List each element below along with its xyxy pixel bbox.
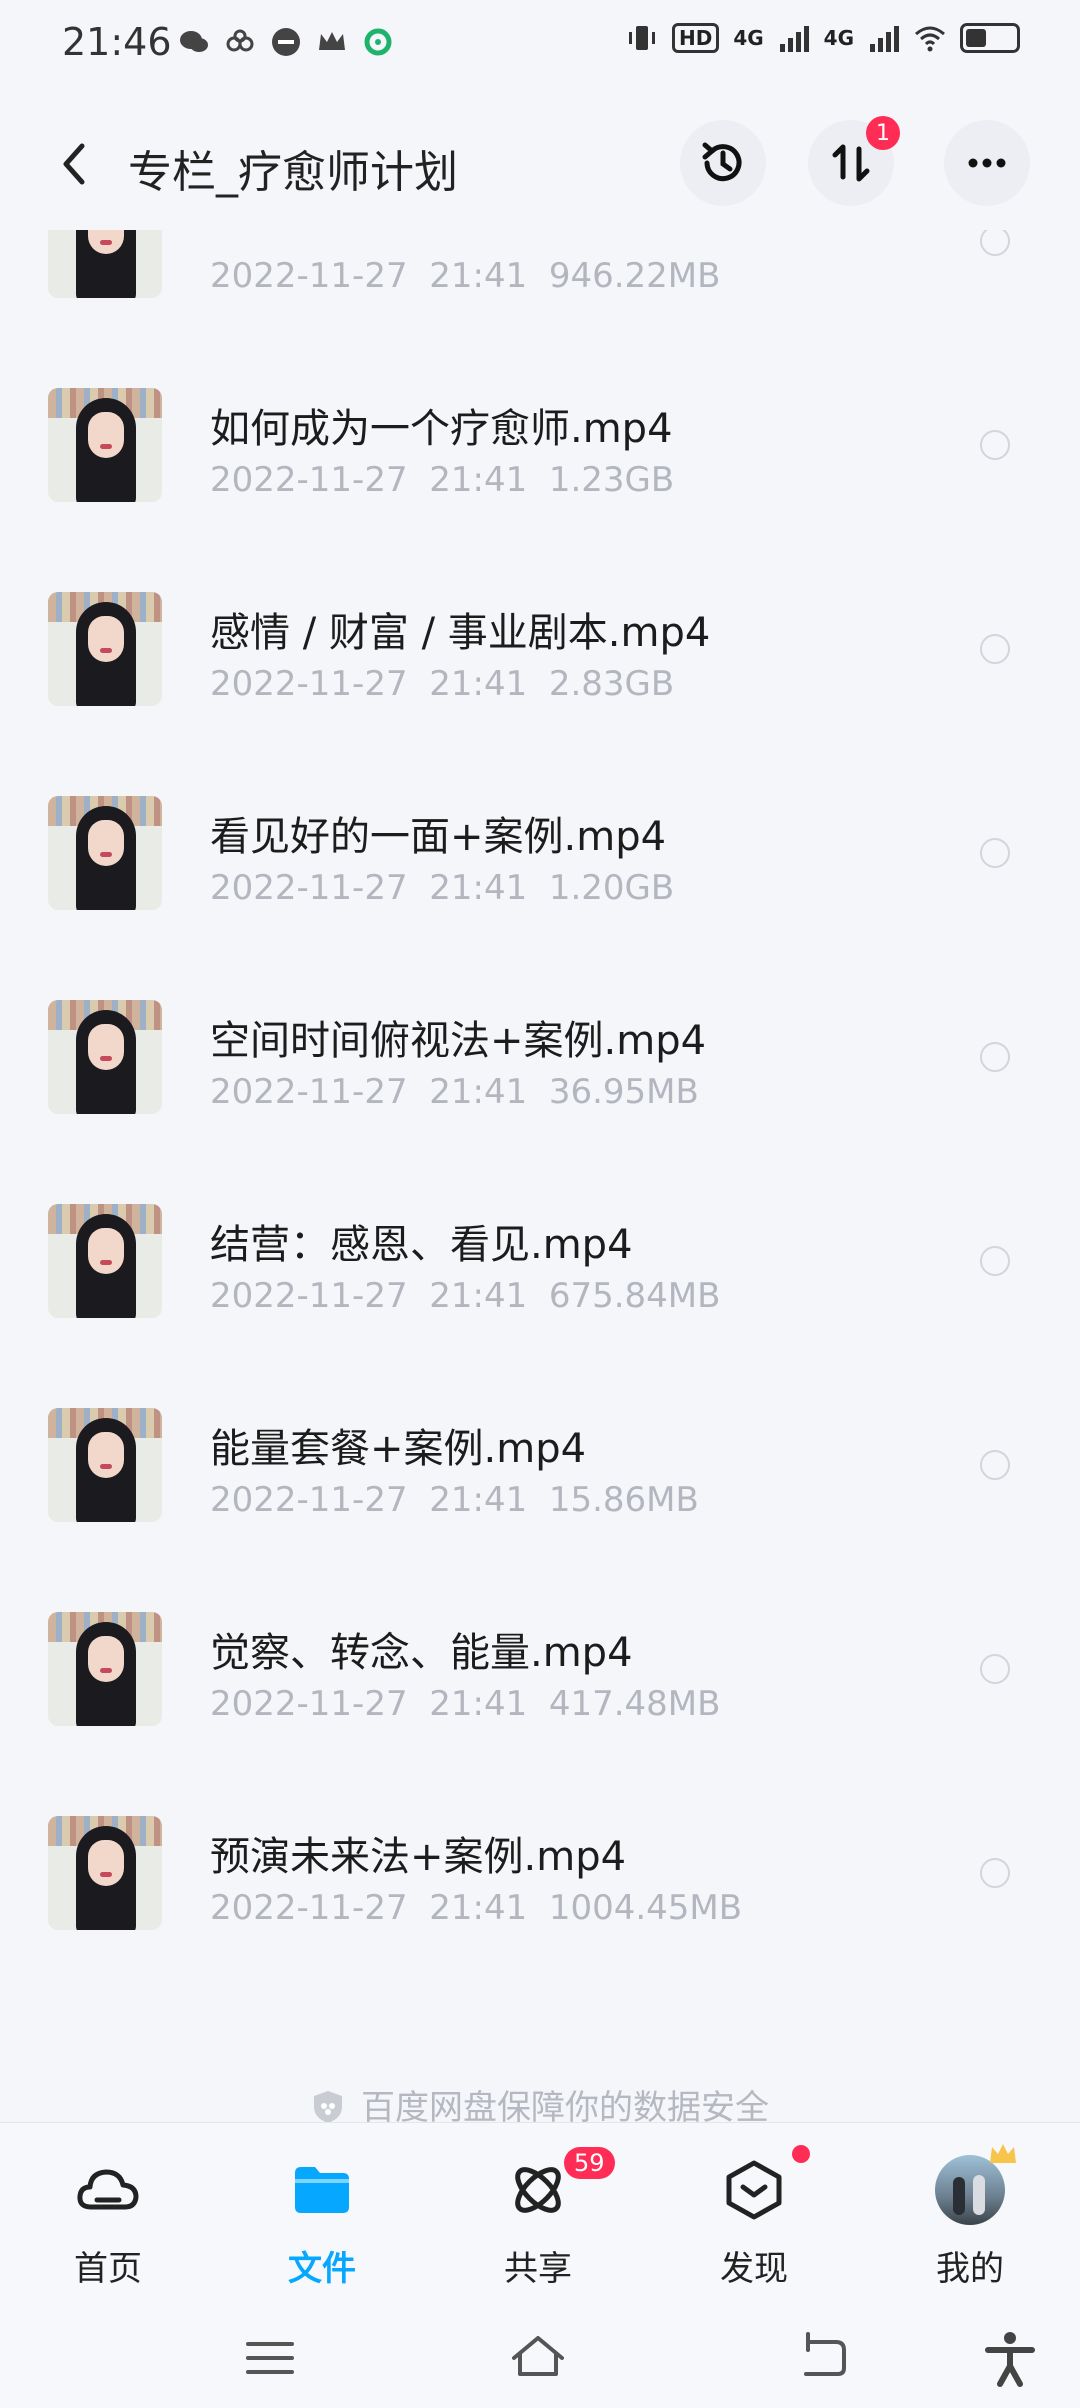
video-thumbnail xyxy=(48,1408,162,1522)
file-meta: 2022-11-27 21:41 1.20GB xyxy=(210,868,675,908)
file-name: 觉察、转念、能量.mp4 xyxy=(210,1630,633,1676)
tab-home[interactable]: 首页 xyxy=(28,2123,188,2309)
tab-discover[interactable]: 发现 xyxy=(674,2123,834,2309)
atom-share-icon xyxy=(515,2167,561,2213)
select-checkbox[interactable] xyxy=(980,1042,1010,1072)
bottom-tab-bar: 首页 文件 59 共享 发现 我的 xyxy=(0,2122,1080,2309)
video-thumbnail xyxy=(48,1816,162,1930)
select-checkbox[interactable] xyxy=(980,1450,1010,1480)
signal-bars-icon-2 xyxy=(870,26,899,52)
file-meta: 2022-11-27 21:41 2.83GB xyxy=(210,664,675,704)
file-meta: 2022-11-27 21:41 1.23GB xyxy=(210,460,675,500)
history-icon xyxy=(702,142,742,182)
share-badge: 59 xyxy=(564,2147,615,2179)
file-list[interactable]: 2022-11-27 21:41 946.22MB 如何成为一个疗愈师.mp4 … xyxy=(0,230,1080,2110)
accessibility-icon[interactable] xyxy=(980,2328,1040,2388)
file-row[interactable]: 觉察、转念、能量.mp4 2022-11-27 21:41 417.48MB xyxy=(0,1570,1080,1774)
file-meta: 2022-11-27 21:41 36.95MB xyxy=(210,1072,699,1112)
home-icon[interactable] xyxy=(508,2328,568,2388)
file-row[interactable]: 感情 / 财富 / 事业剧本.mp4 2022-11-27 21:41 2.83… xyxy=(0,550,1080,754)
menu-icon[interactable] xyxy=(240,2328,300,2388)
history-button[interactable] xyxy=(680,120,766,206)
file-row[interactable]: 预演未来法+案例.mp4 2022-11-27 21:41 1004.45MB xyxy=(0,1774,1080,1978)
file-name: 空间时间俯视法+案例.mp4 xyxy=(210,1018,707,1064)
media-icon xyxy=(272,28,300,56)
more-icon xyxy=(968,158,1006,168)
back-arrow-icon[interactable] xyxy=(50,132,106,196)
file-meta: 2022-11-27 21:41 946.22MB xyxy=(210,256,721,296)
status-bar: 21:46 HD 4G 4G xyxy=(0,0,1080,90)
video-thumbnail xyxy=(48,388,162,502)
select-checkbox[interactable] xyxy=(980,1858,1010,1888)
select-checkbox[interactable] xyxy=(980,634,1010,664)
file-row[interactable]: 2022-11-27 21:41 946.22MB xyxy=(0,230,1080,346)
wechat-icon xyxy=(180,31,208,52)
video-thumbnail xyxy=(48,796,162,910)
file-row[interactable]: 看见好的一面+案例.mp4 2022-11-27 21:41 1.20GB xyxy=(0,754,1080,958)
tab-files-label: 文件 xyxy=(288,2249,356,2289)
link-app-icon xyxy=(226,29,254,52)
transfer-badge: 1 xyxy=(866,116,900,150)
file-row[interactable]: 结营：感恩、看见.mp4 2022-11-27 21:41 675.84MB xyxy=(0,1162,1080,1366)
file-meta: 2022-11-27 21:41 417.48MB xyxy=(210,1684,721,1724)
video-thumbnail xyxy=(48,1000,162,1114)
file-name: 结营：感恩、看见.mp4 xyxy=(210,1222,633,1268)
back-icon[interactable] xyxy=(794,2328,854,2388)
tab-mine-label: 我的 xyxy=(936,2249,1004,2289)
page-title: 专栏_疗愈师计划 xyxy=(128,147,458,198)
video-thumbnail xyxy=(48,1612,162,1726)
video-thumbnail xyxy=(48,592,162,706)
cloud-home-icon xyxy=(77,2169,139,2210)
video-thumbnail xyxy=(48,230,162,298)
file-meta: 2022-11-27 21:41 15.86MB xyxy=(210,1480,699,1520)
tab-files[interactable]: 文件 xyxy=(242,2123,402,2309)
signal-4g-icon-2: 4G xyxy=(823,26,854,50)
tab-home-label: 首页 xyxy=(74,2249,142,2289)
file-row[interactable]: 如何成为一个疗愈师.mp4 2022-11-27 21:41 1.23GB xyxy=(0,346,1080,550)
tab-mine[interactable]: 我的 xyxy=(890,2123,1050,2309)
select-checkbox[interactable] xyxy=(980,230,1010,256)
green-app-icon xyxy=(364,28,392,56)
file-name: 如何成为一个疗愈师.mp4 xyxy=(210,406,673,452)
file-row[interactable]: 空间时间俯视法+案例.mp4 2022-11-27 21:41 36.95MB xyxy=(0,958,1080,1162)
tab-share-label: 共享 xyxy=(504,2249,572,2289)
file-name: 能量套餐+案例.mp4 xyxy=(210,1426,587,1472)
shield-icon xyxy=(314,2091,342,2123)
discover-dot xyxy=(792,2145,810,2163)
wifi-icon xyxy=(915,26,945,52)
vibrate-icon xyxy=(628,26,655,50)
file-name: 看见好的一面+案例.mp4 xyxy=(210,814,667,860)
select-checkbox[interactable] xyxy=(980,430,1010,460)
status-notification-icons xyxy=(178,26,394,58)
status-time: 21:46 xyxy=(62,20,172,64)
more-button[interactable] xyxy=(944,120,1030,206)
signal-bars-icon xyxy=(779,26,809,52)
select-checkbox[interactable] xyxy=(980,1246,1010,1276)
file-meta: 2022-11-27 21:41 675.84MB xyxy=(210,1276,721,1316)
file-meta: 2022-11-27 21:41 1004.45MB xyxy=(210,1888,743,1928)
select-checkbox[interactable] xyxy=(980,838,1010,868)
top-bar: 专栏_疗愈师计划 1 xyxy=(0,100,1080,230)
file-name: 感情 / 财富 / 事业剧本.mp4 xyxy=(210,610,711,656)
file-name: 预演未来法+案例.mp4 xyxy=(210,1834,627,1880)
crown-icon xyxy=(990,2144,1016,2163)
hd-icon: HD xyxy=(671,23,720,53)
folder-icon xyxy=(295,2167,349,2213)
system-nav-bar xyxy=(0,2308,1080,2408)
transfer-button[interactable]: 1 xyxy=(808,116,900,206)
file-row[interactable]: 能量套餐+案例.mp4 2022-11-27 21:41 15.86MB xyxy=(0,1366,1080,1570)
crown-icon xyxy=(319,32,345,50)
video-thumbnail xyxy=(48,1204,162,1318)
battery-icon xyxy=(960,23,1020,53)
signal-4g-icon: 4G xyxy=(733,26,764,50)
tab-share[interactable]: 59 共享 xyxy=(458,2123,618,2309)
discover-box-icon xyxy=(726,2160,782,2220)
status-system-icons: HD 4G 4G xyxy=(626,22,1020,54)
tab-discover-label: 发现 xyxy=(720,2249,788,2289)
select-checkbox[interactable] xyxy=(980,1654,1010,1684)
avatar xyxy=(935,2155,1005,2225)
